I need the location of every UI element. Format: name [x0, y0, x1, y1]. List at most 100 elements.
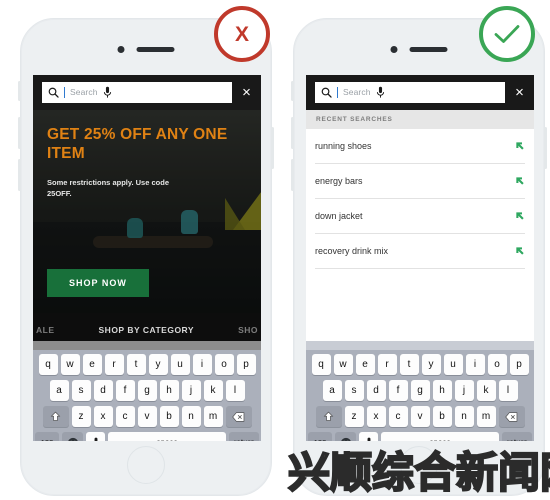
space-key[interactable]: space — [381, 432, 500, 441]
key-h[interactable]: h — [159, 380, 179, 401]
return-key[interactable]: return — [229, 432, 259, 441]
keyboard-toolbar-strip — [306, 341, 534, 350]
phone-right-mute-switch — [291, 81, 294, 101]
list-item[interactable]: down jacket — [315, 199, 525, 234]
key-f[interactable]: f — [388, 380, 408, 401]
key-t[interactable]: t — [399, 354, 419, 375]
key-t[interactable]: t — [126, 354, 146, 375]
key-m[interactable]: m — [476, 406, 496, 427]
key-v[interactable]: v — [137, 406, 157, 427]
search-input-right[interactable]: Search — [315, 81, 505, 103]
key-q[interactable]: q — [311, 354, 331, 375]
key-j[interactable]: j — [181, 380, 201, 401]
search-close-button-left[interactable]: × — [239, 85, 254, 100]
key-i[interactable]: i — [465, 354, 485, 375]
status-badge-incorrect: X — [214, 6, 270, 62]
key-g[interactable]: g — [410, 380, 430, 401]
arrow-up-left-icon[interactable] — [515, 141, 525, 151]
key-s[interactable]: s — [71, 380, 91, 401]
key-q[interactable]: q — [38, 354, 58, 375]
key-o[interactable]: o — [487, 354, 507, 375]
home-button-left[interactable] — [127, 446, 165, 484]
numbers-key[interactable]: 123 — [35, 432, 59, 441]
key-w[interactable]: w — [333, 354, 353, 375]
key-h[interactable]: h — [432, 380, 452, 401]
phone-right-screen: Search × RECENT SEARCHES running shoes e… — [306, 75, 534, 441]
key-y[interactable]: y — [421, 354, 441, 375]
key-y[interactable]: y — [148, 354, 168, 375]
magnifier-icon — [321, 87, 332, 98]
key-l[interactable]: l — [225, 380, 245, 401]
recent-item-label: recovery drink mix — [315, 246, 389, 256]
recent-item-label: down jacket — [315, 211, 363, 221]
emoji-key[interactable] — [335, 432, 356, 441]
key-l[interactable]: l — [498, 380, 518, 401]
search-close-button-right[interactable]: × — [512, 85, 527, 100]
key-u[interactable]: u — [170, 354, 190, 375]
key-i[interactable]: i — [192, 354, 212, 375]
key-p[interactable]: p — [236, 354, 256, 375]
shift-key[interactable] — [315, 406, 342, 427]
search-input-left[interactable]: Search — [42, 81, 232, 103]
list-item[interactable]: running shoes — [315, 129, 525, 164]
key-n[interactable]: n — [454, 406, 474, 427]
key-a[interactable]: a — [49, 380, 69, 401]
keyboard-left: q w e r t y u i o p a s d f g h j k l z … — [33, 341, 261, 441]
arrow-up-left-icon[interactable] — [515, 176, 525, 186]
key-a[interactable]: a — [322, 380, 342, 401]
key-b[interactable]: b — [159, 406, 179, 427]
key-v[interactable]: v — [410, 406, 430, 427]
dictation-key[interactable] — [86, 432, 105, 441]
numbers-key[interactable]: 123 — [308, 432, 332, 441]
arrow-up-left-icon[interactable] — [515, 246, 525, 256]
shift-key[interactable] — [42, 406, 69, 427]
key-d[interactable]: d — [93, 380, 113, 401]
key-r[interactable]: r — [377, 354, 397, 375]
microphone-icon[interactable] — [376, 86, 385, 99]
nav-item-shop-partial[interactable]: SHO — [238, 325, 258, 335]
list-item[interactable]: recovery drink mix — [315, 234, 525, 269]
phone-left-volume-up-button — [18, 117, 21, 149]
key-e[interactable]: e — [355, 354, 375, 375]
key-x[interactable]: x — [93, 406, 113, 427]
key-m[interactable]: m — [203, 406, 223, 427]
key-c[interactable]: c — [115, 406, 135, 427]
backspace-icon — [232, 411, 245, 422]
list-item[interactable]: energy bars — [315, 164, 525, 199]
key-g[interactable]: g — [137, 380, 157, 401]
dictation-key[interactable] — [359, 432, 378, 441]
key-k[interactable]: k — [476, 380, 496, 401]
promo-banner[interactable]: GET 25% OFF ANY ONE ITEM Some restrictio… — [33, 110, 261, 313]
key-w[interactable]: w — [60, 354, 80, 375]
microphone-icon[interactable] — [103, 86, 112, 99]
space-key[interactable]: space — [108, 432, 227, 441]
emoji-key[interactable] — [62, 432, 83, 441]
key-z[interactable]: z — [71, 406, 91, 427]
backspace-key[interactable] — [498, 406, 525, 427]
key-u[interactable]: u — [443, 354, 463, 375]
return-key[interactable]: return — [502, 432, 532, 441]
key-c[interactable]: c — [388, 406, 408, 427]
nav-item-shop-by-category[interactable]: SHOP BY CATEGORY — [99, 325, 195, 335]
key-d[interactable]: d — [366, 380, 386, 401]
search-placeholder-left: Search — [70, 87, 98, 97]
arrow-up-left-icon[interactable] — [515, 211, 525, 221]
nav-item-sale-partial[interactable]: ALE — [36, 325, 55, 335]
keyboard-row-3: z x c v b n m — [308, 406, 532, 427]
key-e[interactable]: e — [82, 354, 102, 375]
backspace-key[interactable] — [225, 406, 252, 427]
key-z[interactable]: z — [344, 406, 364, 427]
key-j[interactable]: j — [454, 380, 474, 401]
keyboard-row-1: q w e r t y u i o p — [308, 354, 532, 375]
key-b[interactable]: b — [432, 406, 452, 427]
shop-now-button[interactable]: SHOP NOW — [47, 269, 149, 297]
key-n[interactable]: n — [181, 406, 201, 427]
key-o[interactable]: o — [214, 354, 234, 375]
key-s[interactable]: s — [344, 380, 364, 401]
recent-item-label: energy bars — [315, 176, 363, 186]
key-x[interactable]: x — [366, 406, 386, 427]
key-f[interactable]: f — [115, 380, 135, 401]
key-k[interactable]: k — [203, 380, 223, 401]
key-p[interactable]: p — [509, 354, 529, 375]
key-r[interactable]: r — [104, 354, 124, 375]
